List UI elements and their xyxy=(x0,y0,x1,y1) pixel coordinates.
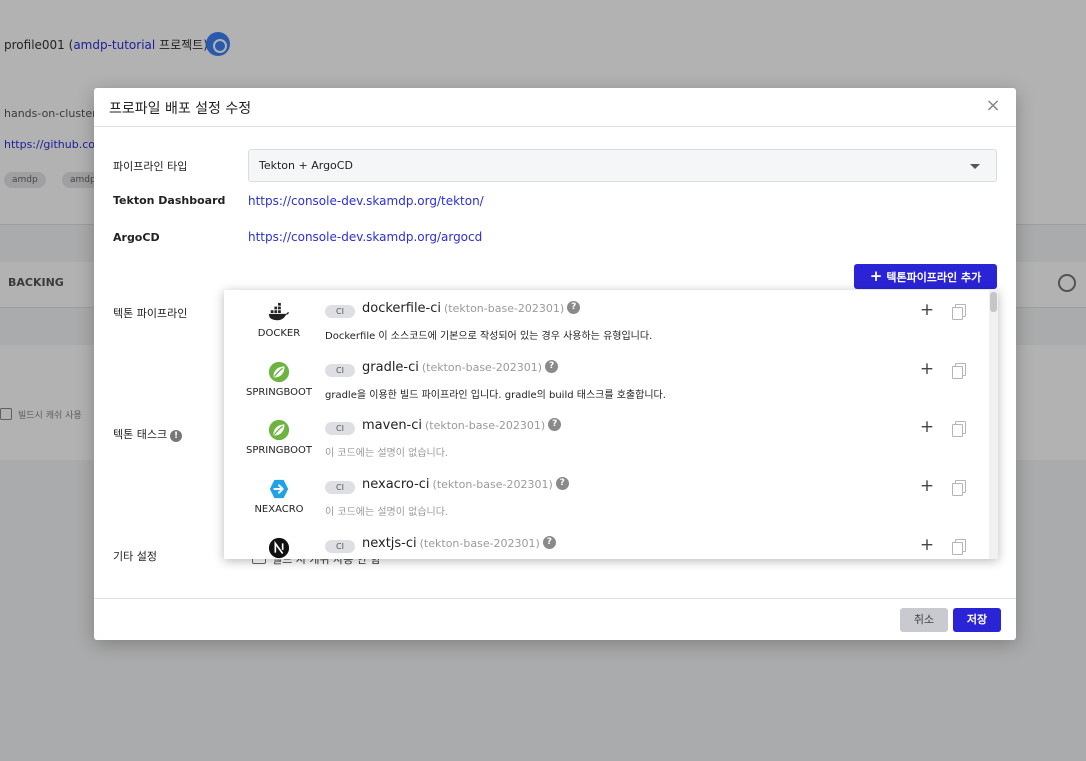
pipeline-type-label: 파이프라인 타입 xyxy=(113,160,188,173)
pipeline-description: Dockerfile 이 소스코드에 기본으로 작성되어 있는 경우 사용하는 … xyxy=(325,331,653,342)
argocd-label: ArgoCD xyxy=(113,231,160,244)
pipeline-logo: DOCKER xyxy=(244,302,314,346)
copy-icon[interactable] xyxy=(952,421,966,437)
cancel-button[interactable]: 취소 xyxy=(900,608,948,632)
tekton-task-label: 텍톤 태스크! xyxy=(113,426,183,442)
plus-icon[interactable]: + xyxy=(919,537,935,554)
help-icon[interactable]: ? xyxy=(542,536,556,549)
pipeline-type-value: Tekton + ArgoCD xyxy=(259,159,353,172)
info-icon[interactable]: ! xyxy=(170,430,183,442)
ci-badge: CI xyxy=(325,540,355,553)
plus-icon[interactable]: + xyxy=(919,478,935,495)
plus-icon[interactable]: + xyxy=(919,302,935,319)
pipeline-name: nexacro-ci (tekton-base-202301)? xyxy=(362,477,569,492)
help-icon[interactable]: ? xyxy=(555,477,569,490)
help-icon[interactable]: ? xyxy=(567,301,581,314)
list-item[interactable]: CI nextjs-ci (tekton-base-202301)? + xyxy=(224,525,989,559)
dropdown-scrollbar[interactable] xyxy=(989,290,998,559)
springboot-icon xyxy=(268,361,290,383)
nextjs-icon xyxy=(268,537,290,559)
copy-icon[interactable] xyxy=(952,304,966,320)
pipeline-logo: SPRINGBOOT xyxy=(244,419,314,463)
caret-down-icon xyxy=(970,164,980,169)
add-tekton-pipeline-button[interactable]: + 텍톤파이프라인 추가 xyxy=(854,264,997,289)
save-button[interactable]: 저장 xyxy=(953,608,1001,632)
pipeline-type-select[interactable]: Tekton + ArgoCD xyxy=(248,149,997,182)
pipeline-name: dockerfile-ci (tekton-base-202301)? xyxy=(362,301,581,316)
plus-icon[interactable]: + xyxy=(919,361,935,378)
close-icon[interactable]: × xyxy=(984,97,1002,115)
pipeline-logo: NEXACRO xyxy=(244,478,314,522)
plus-icon: + xyxy=(869,267,883,285)
copy-icon[interactable] xyxy=(952,539,966,555)
tekton-dashboard-label: Tekton Dashboard xyxy=(113,194,226,207)
pipeline-name: nextjs-ci (tekton-base-202301)? xyxy=(362,536,556,551)
pipeline-logo-name: SPRINGBOOT xyxy=(245,445,313,456)
pipeline-description: 이 코드에는 설명이 없습니다. xyxy=(325,448,449,459)
modal-footer: 취소 저장 xyxy=(94,598,1016,640)
nexacro-icon xyxy=(269,479,289,499)
pipeline-logo-name: NEXACRO xyxy=(254,504,304,515)
ci-badge: CI xyxy=(325,481,355,494)
help-icon[interactable]: ? xyxy=(545,360,559,373)
help-icon[interactable]: ? xyxy=(548,418,562,431)
tekton-pipeline-label: 텍톤 파이프라인 xyxy=(113,307,188,320)
plus-icon[interactable]: + xyxy=(919,419,935,436)
pipeline-logo-name: SPRINGBOOT xyxy=(245,387,313,398)
springboot-icon xyxy=(268,419,290,441)
pipeline-description: gradle을 이용한 빌드 파이프라인 입니다. gradle의 build … xyxy=(325,390,666,401)
pipeline-logo xyxy=(244,537,314,559)
copy-icon[interactable] xyxy=(952,480,966,496)
pipeline-name: maven-ci (tekton-base-202301)? xyxy=(362,418,562,433)
etc-settings-label: 기타 설정 xyxy=(113,550,157,563)
modal-title: 프로파일 배포 설정 수정 xyxy=(109,101,252,117)
pipeline-logo: SPRINGBOOT xyxy=(244,361,314,405)
ci-badge: CI xyxy=(325,305,355,318)
argocd-link[interactable]: https://console-dev.skamdp.org/argocd xyxy=(248,230,482,244)
list-item[interactable]: SPRINGBOOT CI gradle-ci (tekton-base-2023… xyxy=(224,349,989,407)
modal-header: 프로파일 배포 설정 수정 × xyxy=(94,88,1016,127)
pipeline-name: gradle-ci (tekton-base-202301)? xyxy=(362,360,559,375)
pipeline-logo-name: DOCKER xyxy=(257,328,301,339)
list-item[interactable]: DOCKER CI dockerfile-ci (tekton-base-2023… xyxy=(224,290,989,348)
ci-badge: CI xyxy=(325,364,355,377)
pipeline-description: 이 코드에는 설명이 없습니다. xyxy=(325,507,449,518)
pipeline-dropdown-list[interactable]: DOCKER CI dockerfile-ci (tekton-base-2023… xyxy=(224,290,998,559)
ci-badge: CI xyxy=(325,422,355,435)
tekton-dashboard-link[interactable]: https://console-dev.skamdp.org/tekton/ xyxy=(248,194,484,208)
scrollbar-thumb[interactable] xyxy=(990,292,997,312)
docker-icon xyxy=(268,302,290,321)
list-item[interactable]: SPRINGBOOT CI maven-ci (tekton-base-20230… xyxy=(224,407,989,465)
list-item[interactable]: NEXACRO CI nexacro-ci (tekton-base-202301… xyxy=(224,466,989,524)
copy-icon[interactable] xyxy=(952,363,966,379)
